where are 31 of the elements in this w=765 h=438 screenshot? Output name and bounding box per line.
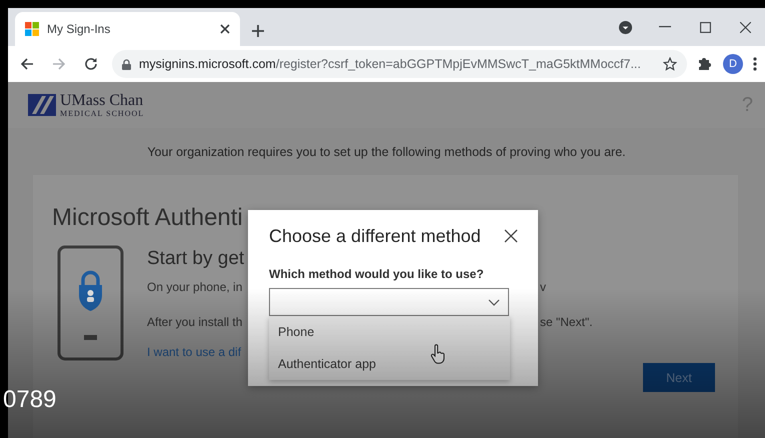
puzzle-icon[interactable] [697,56,713,72]
logo-mark-icon [28,94,56,116]
field-label: Which method would you like to use? [269,267,484,281]
star-icon[interactable] [663,57,677,71]
dropdown-option[interactable]: Authenticator app [269,348,510,380]
profile-avatar[interactable]: D [723,54,743,74]
logo-name: UMass Chan [60,92,144,108]
instruction-text: After you install th [147,315,242,329]
logo-subtitle: MEDICAL SCHOOL [60,108,144,118]
address-bar[interactable]: mysignins.microsoft.com/register?csrf_token=abGGPTMpjEvMMSwcT_maG5ktMMoccf7... [112,50,687,78]
menu-icon[interactable] [753,57,757,71]
instruction-text: v [540,279,546,296]
url-text: mysignins.microsoft.com/register?csrf_token=abGGPTMpjEvMMSwcT_maG5ktMMoccf7... [139,57,642,71]
dropdown-option[interactable]: Phone [269,316,510,348]
close-tab-icon[interactable] [220,24,230,34]
video-timestamp: 0789 [3,386,56,414]
close-icon[interactable] [503,228,519,244]
lock-icon [122,58,131,70]
dialog-title: Choose a different method [269,226,481,247]
tab-title: My Sign-Ins [47,22,112,36]
browser-tab[interactable]: My Sign-Ins [15,12,240,46]
instruction-text: On your phone, in [147,280,242,294]
hand-cursor-icon [430,344,446,364]
microsoft-logo-icon [25,22,39,36]
chevron-down-icon [488,298,500,306]
new-tab-icon[interactable] [252,25,264,37]
intro-text: Your organization requires you to set up the following methods of proving who you are. [147,144,626,158]
card-title: Microsoft Authenti [52,203,243,233]
section-heading: Start by get [147,247,246,271]
instruction-text: se "Next". [540,314,593,331]
method-dropdown[interactable] [269,288,509,316]
